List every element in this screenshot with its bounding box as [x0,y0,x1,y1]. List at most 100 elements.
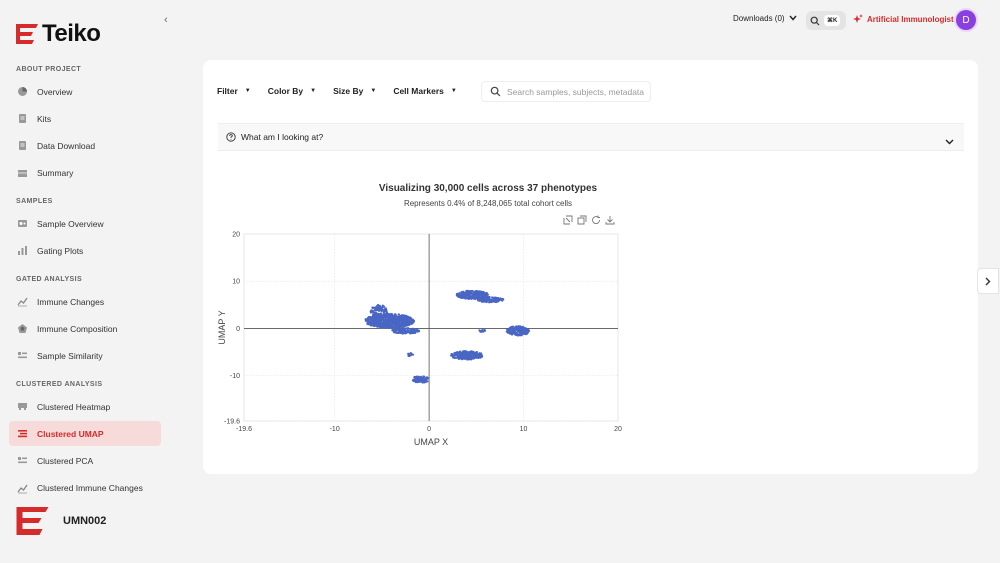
cell-point [518,330,521,333]
cell-point [458,354,461,357]
cell-point [452,354,455,357]
question-circle-icon [226,132,236,142]
size-by-dropdown[interactable]: Size By ▼ [333,86,376,96]
org-name: UMN002 [63,515,107,527]
cell-point [390,317,393,320]
cell-point [426,380,429,383]
filter-dropdown[interactable]: Filter ▼ [217,86,251,96]
cell-point [388,325,391,328]
cell-point [415,329,418,332]
chart-title: Visualizing 30,000 cells across 37 pheno… [378,183,598,194]
cell-point [469,291,472,294]
downloads-button[interactable]: Downloads (0) [733,14,797,23]
x-tick-label: 20 [614,426,622,433]
artificial-immunologist-button[interactable]: Artificial Immunologist [853,14,954,24]
caret-down-icon: ▼ [310,88,317,94]
line-chart-icon [17,296,28,307]
cell-point [482,297,485,300]
collapse-sidebar-button[interactable]: ‹ [164,14,168,26]
cell-point [390,323,393,326]
cell-point [375,323,378,327]
cell-point [515,334,518,337]
teiko-logo-icon [16,507,49,535]
cell-point [373,311,376,314]
sidebar-item-clustered-umap[interactable]: Clustered UMAP [9,421,161,447]
sidebar-item-clustered-immune-changes[interactable]: Clustered Immune Changes [9,476,161,501]
sidebar-item-sample-overview[interactable]: Sample Overview [9,211,161,236]
bar-chart-icon [17,245,28,256]
avatar[interactable]: D [956,10,976,30]
sidebar-item-immune-composition[interactable]: Immune Composition [9,316,161,341]
caret-down-icon: ▼ [244,88,251,94]
sample-search-input[interactable] [507,86,647,97]
sidebar-item-overview[interactable]: Overview [9,79,161,104]
cell-point [377,321,380,325]
cell-point [461,293,464,296]
brand-logo[interactable]: Teiko [16,20,101,48]
cell-point [523,331,526,335]
cell-point [409,331,413,334]
cell-point [527,329,531,332]
cell-point [390,313,393,316]
y-tick-label: 20 [232,232,240,239]
cell-point [377,309,380,312]
cell-point [471,357,475,360]
expand-right-panel-button[interactable] [977,268,999,294]
cell-point [514,329,517,332]
list-icon [17,455,28,466]
plot-area [243,233,619,422]
cell-point [467,291,470,294]
downloads-label: Downloads (0) [733,14,785,23]
org-switcher[interactable]: UMN002 [16,507,106,535]
cell-point [381,304,384,308]
cell-point [510,325,513,329]
help-accordion[interactable]: What am I looking at? [218,123,964,151]
cell-point [498,297,501,301]
cell-point [388,320,391,323]
sidebar-item-immune-changes[interactable]: Immune Changes [9,289,161,314]
cell-point [417,375,420,378]
cell-point [459,351,462,354]
cell-point [406,318,410,321]
cell-point [419,375,422,378]
sidebar-item-label: Clustered UMAP [37,428,104,439]
cell-point [397,316,400,319]
search-icon [490,86,501,97]
sidebar-item-sample-similarity[interactable]: Sample Similarity [9,343,161,368]
cell-point [380,306,383,310]
sidebar-item-summary[interactable]: Summary [9,161,161,186]
cell-point [462,354,465,357]
color-by-dropdown[interactable]: Color By ▼ [268,86,316,96]
cell-point [489,298,492,301]
cell-point [456,292,459,295]
sidebar-item-clustered-heatmap[interactable]: Clustered Heatmap [9,394,161,419]
sidebar-item-clustered-pca[interactable]: Clustered PCA [9,448,161,473]
cell-point [371,310,374,313]
cell-markers-dropdown[interactable]: Cell Markers ▼ [393,86,457,96]
sidebar-item-kits[interactable]: Kits [9,106,161,131]
cell-point [397,313,401,316]
sidebar-item-label: Kits [37,113,52,124]
cell-point [378,304,381,308]
radar-icon [17,323,28,334]
sidebar-item-data-download[interactable]: Data Download [9,133,161,158]
cell-point [484,297,487,301]
teiko-logo-icon [16,24,38,44]
cell-point [368,318,371,321]
global-search-button[interactable]: ⌘K [806,11,846,30]
cell-point [400,316,403,319]
cell-point [483,292,486,295]
cell-point [381,324,384,328]
cell-point [375,316,379,319]
cell-point [408,316,412,319]
sidebar-item-gating-plots[interactable]: Gating Plots [9,238,161,263]
cell-point [482,330,485,333]
cell-point [385,323,388,326]
heatmap-icon [17,401,28,412]
umap-scatter-plot[interactable]: -19.6 -10 0 10 20 20 10 0 -10 -19.6 UMAP X UMAP Y [203,220,643,470]
sidebar-item-label: Clustered Heatmap [37,401,111,412]
cell-point [415,380,419,383]
cell-point [480,352,483,355]
sidebar-item-label: Overview [37,86,73,97]
x-tick-label: 10 [520,426,528,433]
